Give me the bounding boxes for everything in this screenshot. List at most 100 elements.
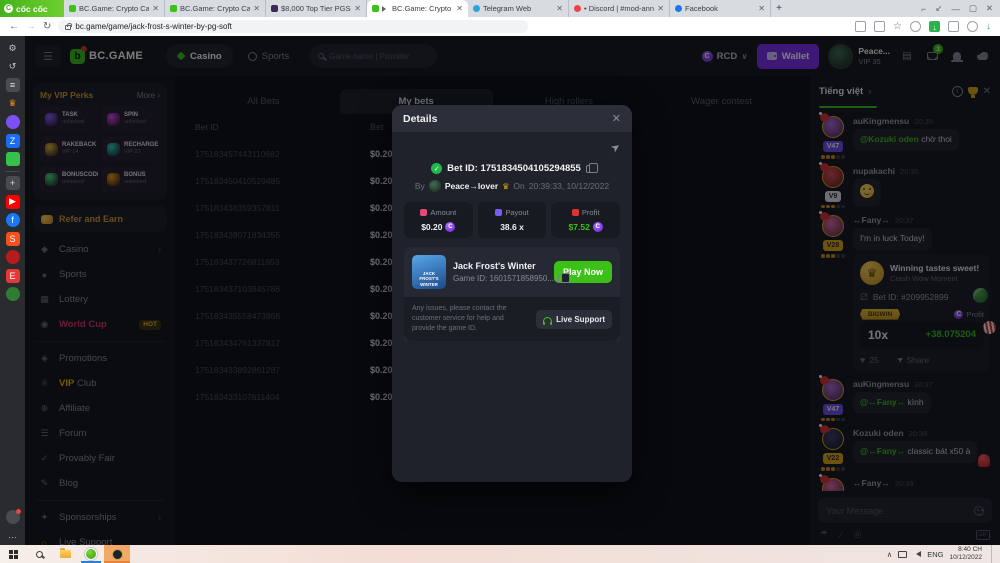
live-support-button[interactable]: Live Support	[536, 310, 612, 329]
tab-favicon	[473, 5, 480, 12]
browser-tab[interactable]: • Discord | #mod-annc✕	[569, 0, 670, 17]
idm-extension-icon[interactable]	[929, 21, 940, 32]
bet-id-text: Bet ID: 1751834504105294855	[447, 163, 581, 174]
coccoc-taskbar-icon[interactable]	[78, 545, 104, 563]
taskbar-search-icon[interactable]	[26, 545, 52, 563]
profile-icon[interactable]	[967, 21, 978, 32]
headphones-icon	[543, 317, 552, 323]
player-name[interactable]: Peace→lover	[445, 181, 498, 191]
modal-title: Details	[403, 113, 437, 125]
close-button[interactable]: ✕	[986, 3, 993, 14]
tab-close-icon[interactable]: ✕	[354, 4, 361, 13]
bet-datetime: 20:39:33, 10/12/2022	[529, 181, 609, 191]
coccoc-brand-label: cốc cốc	[16, 4, 48, 14]
language-indicator[interactable]: ENG	[927, 550, 943, 559]
bookmark-star-icon[interactable]: ☆	[893, 21, 902, 32]
share-icon[interactable]: ➤	[608, 140, 623, 156]
settings-icon[interactable]: ⚙	[6, 41, 20, 55]
volume-icon[interactable]	[913, 551, 921, 557]
verified-check-icon: ✓	[431, 163, 442, 174]
pin-window-icon[interactable]: ↙	[935, 3, 942, 14]
active-app-icon[interactable]	[104, 545, 130, 563]
on-label: On	[513, 181, 524, 191]
browser-tab[interactable]: $8,000 Top Tier PGSoft: N✕	[266, 0, 367, 17]
browser-tab[interactable]: Facebook✕	[670, 0, 771, 17]
coccoc-sidebar: ⚙ ↺ ≡ ♛ Z + ▶ fS E …	[0, 36, 25, 545]
e-app-icon[interactable]: E	[6, 269, 20, 283]
zalo-icon[interactable]: Z	[6, 134, 20, 148]
save-page-icon[interactable]	[855, 21, 866, 32]
tab-title: • Discord | #mod-annc	[584, 4, 654, 13]
youtube-icon[interactable]: ▶	[6, 195, 20, 209]
forward-button[interactable]: →	[26, 22, 36, 32]
crown-icon[interactable]: ♛	[6, 97, 20, 111]
extension-icon[interactable]	[948, 21, 959, 32]
stat-profit: Profit $7.52C	[551, 202, 620, 238]
browser-tabs: BC.Game: Crypto Casino✕BC.Game: Crypto C…	[64, 0, 771, 17]
browser-tab[interactable]: BC.Game: Crypto Casino✕	[64, 0, 165, 17]
stat-label: Payout	[480, 208, 545, 217]
start-button[interactable]	[0, 545, 26, 563]
tab-close-icon[interactable]: ✕	[456, 4, 463, 13]
refresh-button[interactable]: ↻	[43, 22, 51, 32]
stat-amount: Amount$0.20C	[404, 202, 473, 238]
stat-payout: Payout 38.6 x	[478, 202, 547, 238]
lock-icon	[65, 25, 71, 30]
clock[interactable]: 8:40 CH 10/12/2022	[949, 546, 982, 563]
tab-title: $8,000 Top Tier PGSoft: N	[281, 4, 351, 13]
tab-close-icon[interactable]: ✕	[758, 4, 765, 13]
games-icon[interactable]	[6, 152, 20, 166]
stat-label: Amount	[406, 208, 471, 217]
browser-tab[interactable]: Telegram Web✕	[468, 0, 569, 17]
minimize-button[interactable]: —	[951, 4, 960, 14]
support-note: Any issues, please contact the customer …	[412, 304, 524, 334]
tray-expand-icon[interactable]: ∧	[887, 550, 893, 559]
facebook-icon[interactable]: f	[6, 213, 20, 227]
tab-close-icon[interactable]: ✕	[556, 4, 563, 13]
reading-list-icon[interactable]: ≡	[6, 78, 20, 92]
payout-icon	[495, 209, 502, 216]
copy-icon[interactable]	[586, 165, 593, 173]
crown-icon: ♛	[502, 182, 509, 191]
modal-close-icon[interactable]: ✕	[612, 112, 621, 125]
bet-stats: Amount$0.20C Payout 38.6 x Profit $7.52C	[404, 202, 620, 238]
tab-title: BC.Game: Crypto Casino	[180, 4, 250, 13]
shield-icon[interactable]	[910, 21, 921, 32]
tab-close-icon[interactable]: ✕	[152, 4, 159, 13]
more-icon[interactable]: …	[6, 528, 20, 542]
show-desktop-button[interactable]	[991, 545, 994, 563]
messenger-icon[interactable]	[6, 115, 20, 129]
maximize-button[interactable]: ▢	[969, 3, 977, 14]
browser-tab[interactable]: BC.Game: Crypto Casino✕	[165, 0, 266, 17]
game-id-row: Game ID: 1601571858950...	[453, 274, 547, 283]
tab-audio-icon[interactable]	[382, 6, 389, 12]
soccer-icon[interactable]	[6, 287, 20, 301]
coccoc-brand: C cốc cốc	[0, 0, 64, 17]
download-icon[interactable]: ↓	[986, 21, 991, 32]
stat-value: $7.52C	[553, 222, 618, 232]
url-text: bc.game/game/jack-frost-s-winter-by-pg-s…	[75, 22, 232, 31]
address-bar[interactable]: bc.game/game/jack-frost-s-winter-by-pg-s…	[58, 20, 528, 33]
shopee-icon[interactable]: S	[6, 232, 20, 246]
notification-bell-icon[interactable]	[6, 510, 20, 524]
agar-icon[interactable]	[6, 250, 20, 264]
game-thumbnail[interactable]: JACK FROST'S WINTER	[412, 255, 446, 289]
network-icon[interactable]	[898, 551, 907, 558]
browser-tab[interactable]: BC.Game: Crypto Ca✕	[367, 0, 468, 17]
file-explorer-icon[interactable]	[52, 545, 78, 563]
tab-close-icon[interactable]: ✕	[657, 4, 664, 13]
add-shortcut-icon[interactable]: +	[6, 176, 20, 190]
history-icon[interactable]: ↺	[6, 60, 20, 74]
modal-header: Details ✕	[392, 105, 632, 132]
game-card: JACK FROST'S WINTER Jack Frost's Winter …	[404, 247, 620, 341]
translate-icon[interactable]	[874, 21, 885, 32]
copy-icon[interactable]	[558, 275, 565, 283]
back-button[interactable]: ←	[9, 22, 19, 32]
new-tab-button[interactable]: +	[771, 0, 787, 17]
tab-close-icon[interactable]: ✕	[253, 4, 260, 13]
tab-title: Telegram Web	[483, 4, 553, 13]
tab-search-icon[interactable]: ⌐	[921, 4, 926, 14]
system-tray: ∧ ENG 8:40 CH 10/12/2022	[887, 545, 1000, 563]
stat-value: 38.6 x	[480, 222, 545, 232]
stat-label: Profit	[553, 208, 618, 217]
